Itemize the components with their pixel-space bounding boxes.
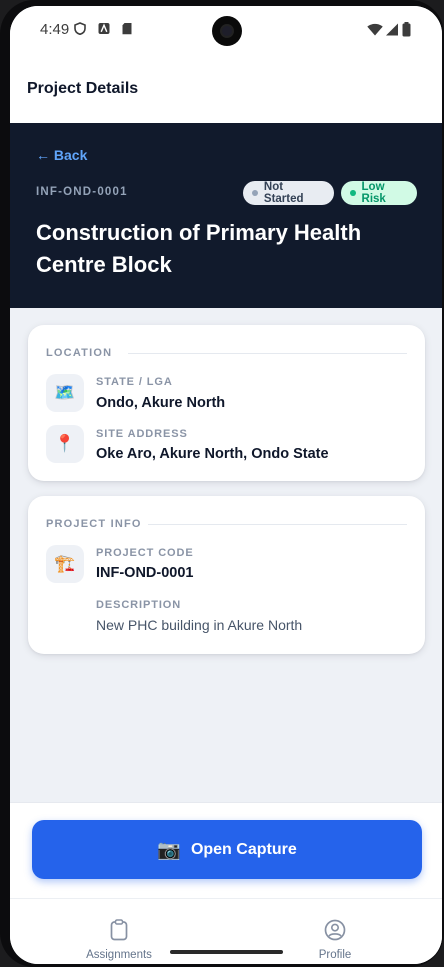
front-camera — [212, 16, 242, 46]
project-info-card: PROJECT INFO 🏗️ PROJECT CODE INF-OND-000… — [28, 496, 425, 654]
risk-dot-icon — [350, 190, 356, 196]
app-header: Project Details — [10, 54, 442, 123]
state-lga-label: STATE / LGA — [96, 376, 173, 388]
bottom-tab-bar: Assignments Profile — [10, 898, 442, 964]
home-indicator[interactable] — [170, 950, 283, 954]
page-title: Project Details — [27, 80, 139, 97]
tab-profile-label: Profile — [318, 949, 352, 961]
tab-assignments-label: Assignments — [86, 949, 152, 961]
clipboard-icon — [110, 919, 128, 941]
open-capture-label: Open Capture — [190, 840, 297, 858]
shield-icon — [74, 22, 86, 35]
project-code-label: PROJECT CODE — [96, 547, 194, 559]
open-capture-button[interactable]: 📷 Open Capture — [32, 820, 422, 879]
signal-icon — [386, 23, 398, 36]
section-divider — [148, 524, 407, 525]
status-badge-label: Not Started — [263, 181, 304, 205]
pin-icon: 📍 — [46, 425, 84, 463]
bottom-action-panel: 📷 Open Capture — [10, 802, 442, 899]
project-code-small: INF-OND-0001 — [36, 186, 128, 198]
project-hero: ← Back INF-OND-0001 Not Started Low Risk… — [10, 123, 442, 308]
status-badge: Not Started — [243, 181, 334, 205]
sd-card-icon — [122, 23, 132, 35]
state-lga-value: Ondo, Akure North — [96, 395, 226, 411]
site-address-value: Oke Aro, Akure North, Ondo State — [96, 446, 329, 462]
map-icon: 🗺️ — [46, 374, 84, 412]
project-title: Construction of Primary Health Centre Bl… — [36, 220, 362, 277]
back-button[interactable]: ← Back — [36, 147, 87, 163]
status-time: 4:49 — [40, 21, 70, 38]
status-bar: 4:49 — [10, 6, 442, 54]
project-code-value: INF-OND-0001 — [96, 565, 194, 581]
description-value: New PHC building in Akure North — [96, 617, 303, 633]
project-info-section-label: PROJECT INFO — [46, 518, 142, 530]
tab-profile[interactable]: Profile — [275, 899, 395, 964]
status-dot-icon — [252, 190, 258, 196]
location-card: LOCATION 🗺️ STATE / LGA Ondo, Akure Nort… — [28, 325, 425, 481]
risk-badge: Low Risk — [341, 181, 417, 205]
construction-crane-icon: 🏗️ — [46, 545, 84, 583]
wifi-icon — [367, 23, 383, 36]
risk-badge-label: Low Risk — [361, 181, 386, 205]
app-notification-icon — [98, 23, 110, 34]
section-divider — [128, 353, 407, 354]
battery-icon — [402, 22, 411, 37]
user-circle-icon — [324, 919, 346, 941]
app-screen: 4:49 Project Details ← Back INF-OND-0001… — [10, 6, 442, 964]
description-label: DESCRIPTION — [96, 599, 182, 611]
site-address-label: SITE ADDRESS — [96, 428, 188, 440]
tab-assignments[interactable]: Assignments — [59, 899, 179, 964]
location-section-label: LOCATION — [46, 347, 113, 359]
device-frame: 4:49 Project Details ← Back INF-OND-0001… — [0, 0, 444, 967]
camera-icon: 📷 — [157, 839, 181, 861]
